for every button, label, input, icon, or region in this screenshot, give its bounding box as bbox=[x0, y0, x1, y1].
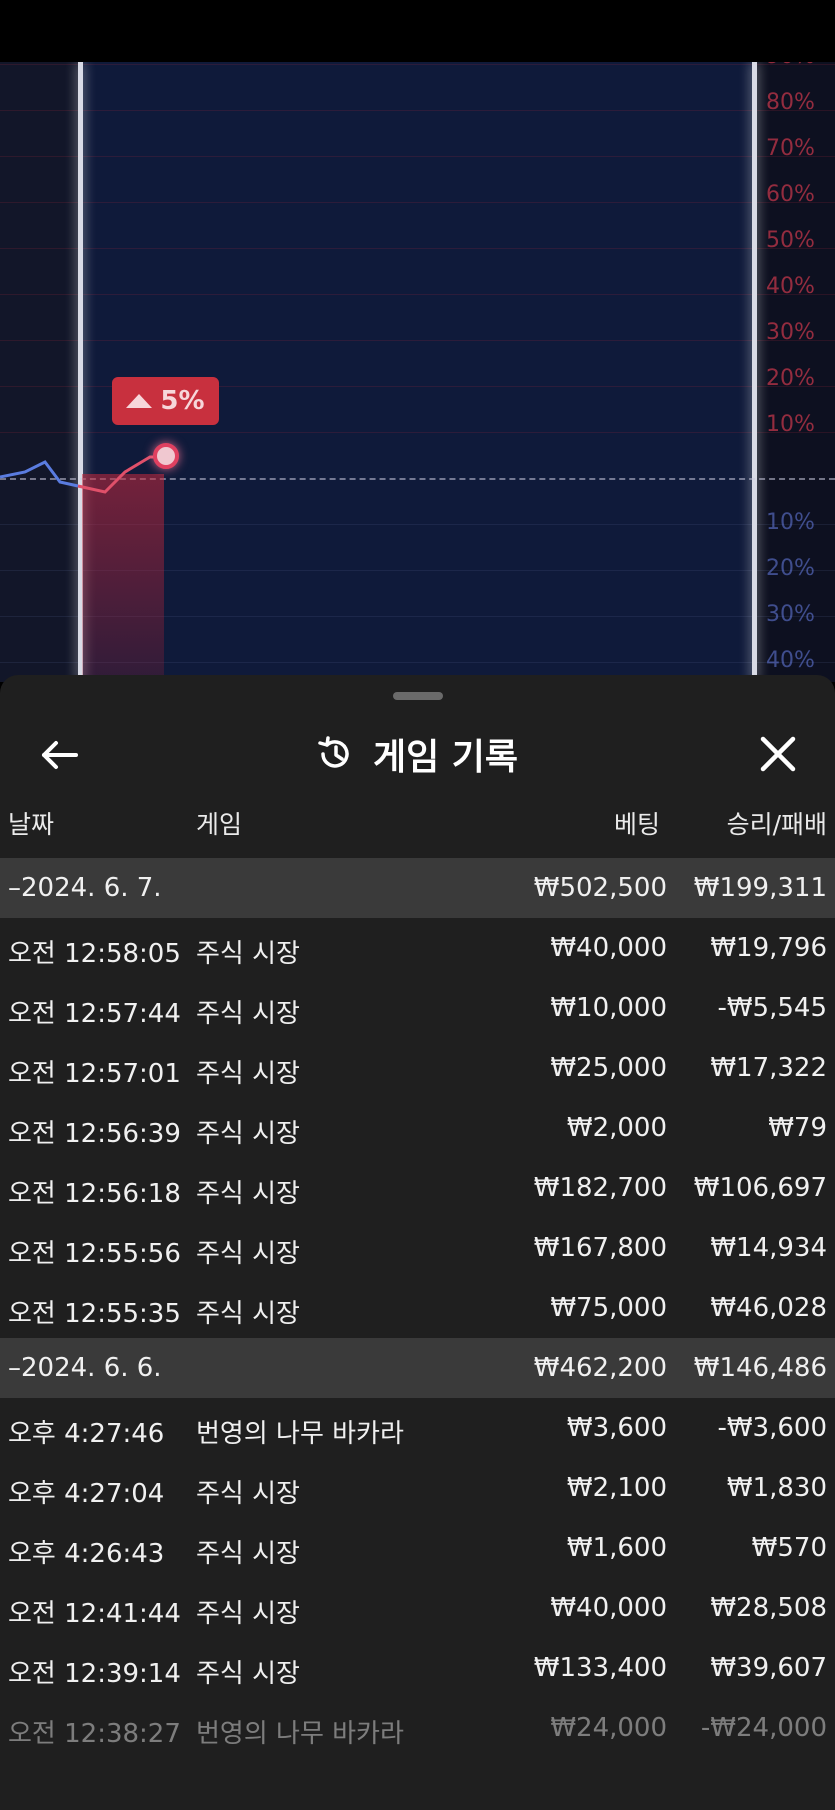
cell-bet: ₩167,800 bbox=[533, 1233, 667, 1263]
game-chart-background: 90%80%70%60%50%40%30%20%10%10%20%30%40% bbox=[0, 62, 835, 682]
cell-date: 오전 12:56:18 bbox=[8, 1179, 181, 1209]
panel-header: 게임 기록 bbox=[0, 715, 835, 795]
arrow-left-icon bbox=[42, 741, 78, 769]
cell-bet: ₩2,100 bbox=[566, 1473, 667, 1503]
cell-date: 오후 4:27:04 bbox=[8, 1479, 165, 1509]
history-row: 오후 4:27:04 주식 시장 ₩2,100 ₩1,830 bbox=[0, 1458, 835, 1518]
history-row: 오후 4:27:46 번영의 나무 바카라 ₩3,600 -₩3,600 bbox=[0, 1398, 835, 1458]
change-badge-text: 5% bbox=[160, 386, 205, 416]
history-row: 오전 12:56:18 주식 시장 ₩182,700 ₩106,697 bbox=[0, 1158, 835, 1218]
game-history-panel: 게임 기록 날짜 게임 베팅 승리/패배 –2024. 6. 7. ₩502,50… bbox=[0, 675, 835, 1810]
cell-bet: ₩133,400 bbox=[533, 1653, 667, 1683]
cell-game: 주식 시장 bbox=[196, 1299, 300, 1329]
history-row: 오전 12:39:14 주식 시장 ₩133,400 ₩39,607 bbox=[0, 1638, 835, 1698]
cell-win-loss: ₩28,508 bbox=[710, 1593, 827, 1623]
cell-date: 오전 12:55:35 bbox=[8, 1299, 181, 1329]
history-row: 오전 12:55:35 주식 시장 ₩75,000 ₩46,028 bbox=[0, 1278, 835, 1338]
cell-date: 오전 12:56:39 bbox=[8, 1119, 181, 1149]
column-header-game: 게임 bbox=[196, 810, 243, 839]
column-header-date: 날짜 bbox=[8, 810, 55, 839]
cell-game: 주식 시장 bbox=[196, 939, 300, 969]
price-marker bbox=[153, 443, 179, 469]
back-button[interactable] bbox=[38, 733, 82, 777]
cell-bet: ₩40,000 bbox=[550, 1593, 667, 1623]
history-row: 오전 12:55:56 주식 시장 ₩167,800 ₩14,934 bbox=[0, 1218, 835, 1278]
history-icon bbox=[318, 736, 349, 768]
close-button[interactable] bbox=[757, 733, 799, 775]
cell-bet: ₩25,000 bbox=[550, 1053, 667, 1083]
cell-win-loss: ₩106,697 bbox=[693, 1173, 827, 1203]
cell-date: 오전 12:39:14 bbox=[8, 1659, 181, 1689]
cell-bet: ₩3,600 bbox=[566, 1413, 667, 1443]
date-group-row[interactable]: –2024. 6. 7. ₩502,500 ₩199,311 bbox=[0, 858, 835, 918]
cell-date: 오전 12:41:44 bbox=[8, 1599, 181, 1629]
cell-game: 주식 시장 bbox=[196, 1239, 300, 1269]
status-bar bbox=[0, 0, 835, 62]
cell-game: 주식 시장 bbox=[196, 1599, 300, 1629]
cell-win-loss: ₩199,311 bbox=[693, 873, 827, 903]
cell-game: 주식 시장 bbox=[196, 1059, 300, 1089]
cell-game: 번영의 나무 바카라 bbox=[196, 1719, 404, 1749]
cell-bet: ₩24,000 bbox=[550, 1713, 667, 1743]
cell-win-loss: ₩39,607 bbox=[710, 1653, 827, 1683]
cell-win-loss: ₩46,028 bbox=[710, 1293, 827, 1323]
cell-win-loss: ₩1,830 bbox=[726, 1473, 827, 1503]
cell-bet: ₩2,000 bbox=[566, 1113, 667, 1143]
cell-bet: ₩462,200 bbox=[533, 1353, 667, 1383]
cell-game: 주식 시장 bbox=[196, 1479, 300, 1509]
cell-win-loss: -₩5,545 bbox=[717, 993, 827, 1023]
cell-win-loss: ₩17,322 bbox=[710, 1053, 827, 1083]
cell-win-loss: -₩24,000 bbox=[700, 1713, 827, 1743]
cell-game: 번영의 나무 바카라 bbox=[196, 1419, 404, 1449]
history-row: 오후 4:26:43 주식 시장 ₩1,600 ₩570 bbox=[0, 1518, 835, 1578]
drag-handle[interactable] bbox=[393, 692, 443, 700]
cell-date: 오후 4:27:46 bbox=[8, 1419, 165, 1449]
cell-win-loss: ₩79 bbox=[768, 1113, 827, 1143]
cell-game: 주식 시장 bbox=[196, 1179, 300, 1209]
cell-date: 오전 12:38:27 bbox=[8, 1719, 181, 1749]
cell-bet: ₩10,000 bbox=[550, 993, 667, 1023]
cell-game: 주식 시장 bbox=[196, 1119, 300, 1149]
cell-date: 오후 4:26:43 bbox=[8, 1539, 165, 1569]
triangle-up-icon bbox=[126, 394, 153, 408]
cell-date: 오전 12:55:56 bbox=[8, 1239, 181, 1269]
history-row: 오전 12:41:44 주식 시장 ₩40,000 ₩28,508 bbox=[0, 1578, 835, 1638]
cell-game: 주식 시장 bbox=[196, 1539, 300, 1569]
cell-date: 오전 12:58:05 bbox=[8, 939, 181, 969]
cell-win-loss: -₩3,600 bbox=[717, 1413, 827, 1443]
cell-date: 오전 12:57:44 bbox=[8, 999, 181, 1029]
cell-bet: ₩40,000 bbox=[550, 933, 667, 963]
history-row: 오전 12:38:27 번영의 나무 바카라 ₩24,000 -₩24,000 bbox=[0, 1698, 835, 1758]
column-header-bet: 베팅 bbox=[613, 810, 660, 839]
cell-win-loss: ₩146,486 bbox=[693, 1353, 827, 1383]
cell-bet: ₩502,500 bbox=[533, 873, 667, 903]
price-line bbox=[0, 455, 166, 494]
cell-bet: ₩182,700 bbox=[533, 1173, 667, 1203]
column-header-win-loss: 승리/패배 bbox=[726, 810, 827, 839]
cell-bet: ₩75,000 bbox=[550, 1293, 667, 1323]
history-row: 오전 12:56:39 주식 시장 ₩2,000 ₩79 bbox=[0, 1098, 835, 1158]
cell-date: –2024. 6. 6. bbox=[8, 1353, 162, 1383]
change-badge: 5% bbox=[112, 377, 219, 425]
cell-bet: ₩1,600 bbox=[566, 1533, 667, 1563]
cell-date: –2024. 6. 7. bbox=[8, 873, 162, 903]
cell-game: 주식 시장 bbox=[196, 999, 300, 1029]
history-row: 오전 12:57:44 주식 시장 ₩10,000 -₩5,545 bbox=[0, 978, 835, 1038]
cell-win-loss: ₩19,796 bbox=[710, 933, 827, 963]
cell-date: 오전 12:57:01 bbox=[8, 1059, 181, 1089]
date-group-row[interactable]: –2024. 6. 6. ₩462,200 ₩146,486 bbox=[0, 1338, 835, 1398]
history-row: 오전 12:58:05 주식 시장 ₩40,000 ₩19,796 bbox=[0, 918, 835, 978]
cell-win-loss: ₩14,934 bbox=[710, 1233, 827, 1263]
panel-title-group: 게임 기록 bbox=[315, 729, 518, 779]
history-row: 오전 12:57:01 주식 시장 ₩25,000 ₩17,322 bbox=[0, 1038, 835, 1098]
cell-game: 주식 시장 bbox=[196, 1659, 300, 1689]
close-icon bbox=[760, 736, 796, 772]
cell-win-loss: ₩570 bbox=[751, 1533, 827, 1563]
history-table: –2024. 6. 7. ₩502,500 ₩199,311 오전 12:58:05 주… bbox=[0, 858, 835, 1758]
panel-title: 게임 기록 bbox=[373, 737, 519, 778]
